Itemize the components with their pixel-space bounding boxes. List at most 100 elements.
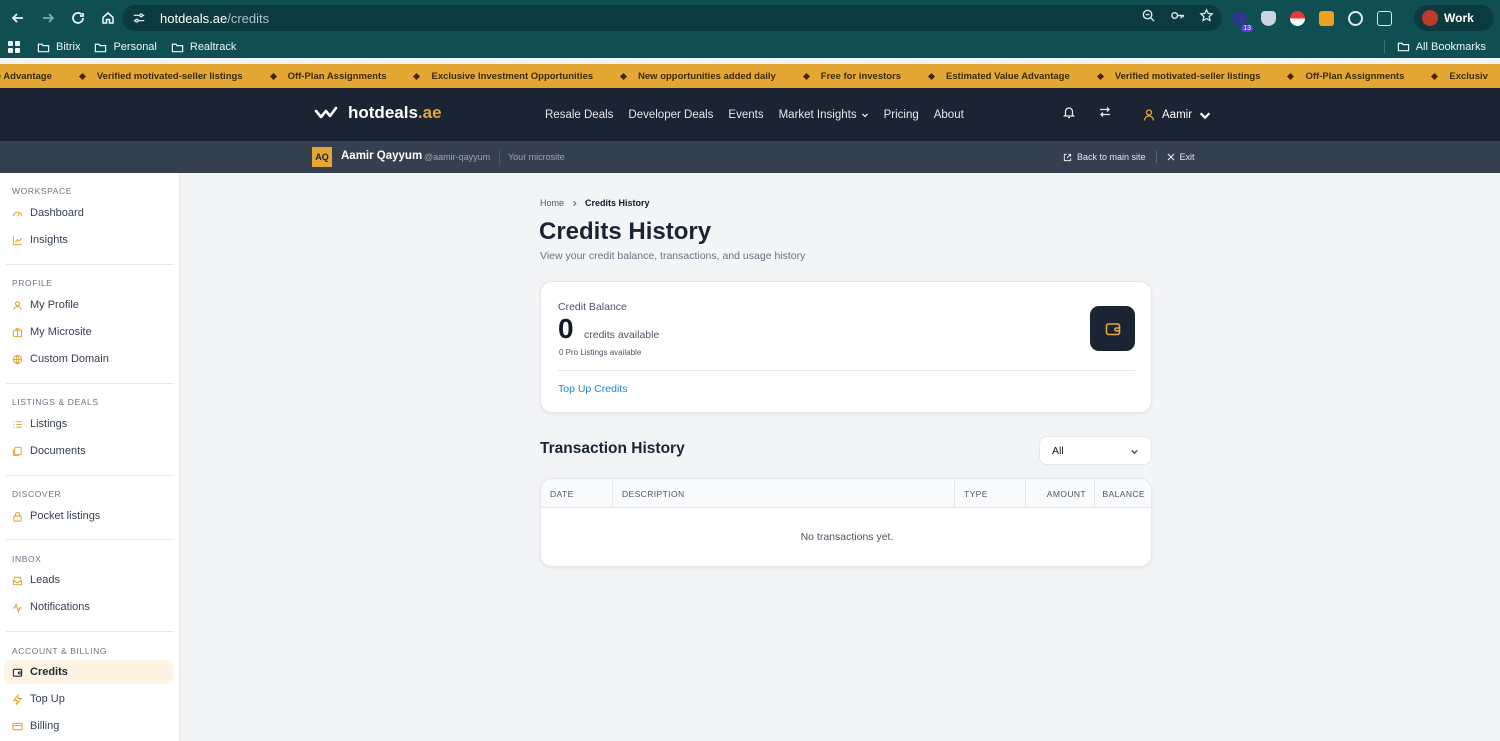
folder-icon xyxy=(37,43,50,52)
ticker-item: Exclusive Investment Opportunities xyxy=(413,71,593,82)
extension-puzzle-badge-icon[interactable]: 13 xyxy=(1232,10,1253,32)
site-settings-icon[interactable] xyxy=(132,10,148,26)
forward-icon[interactable] xyxy=(34,4,62,32)
bookmark-bitrix[interactable]: Bitrix xyxy=(37,41,80,54)
nav-events[interactable]: Events xyxy=(728,109,763,121)
sidebar-item-leads[interactable]: Leads xyxy=(4,568,173,592)
sidebar-item-custom-domain[interactable]: Custom Domain xyxy=(4,347,173,371)
wallet-icon xyxy=(1090,306,1135,351)
zoom-icon[interactable] xyxy=(1141,8,1156,28)
shield-extension-icon[interactable] xyxy=(1261,10,1276,26)
section-inbox: INBOX xyxy=(12,554,42,564)
globe-icon xyxy=(12,354,23,364)
column-header-amount[interactable]: AMOUNT xyxy=(1026,479,1095,508)
bell-icon[interactable] xyxy=(1062,105,1076,124)
external-link-icon xyxy=(1063,153,1072,161)
transaction-type-select[interactable]: All xyxy=(1039,436,1152,465)
home-icon[interactable] xyxy=(94,4,122,32)
folder-icon xyxy=(171,43,184,52)
main-nav: Resale Deals Developer Deals Events Mark… xyxy=(545,88,964,141)
sidebar-item-documents[interactable]: Documents xyxy=(4,439,173,463)
bookmark-realtrack[interactable]: Realtrack xyxy=(171,41,236,54)
chevron-down-icon xyxy=(861,113,868,117)
address-bar[interactable]: hotdeals.ae/credits xyxy=(122,5,1222,31)
ticker-item: Off-Plan Assignments xyxy=(1287,71,1404,82)
sidebar-item-dashboard[interactable]: Dashboard xyxy=(4,201,173,225)
sidebar: WORKSPACE Dashboard Insights PROFILE My … xyxy=(0,173,180,741)
column-header-description[interactable]: DESCRIPTION xyxy=(613,479,955,508)
nav-resale-deals[interactable]: Resale Deals xyxy=(545,109,613,121)
back-to-main-site-link[interactable]: Back to main site xyxy=(1063,152,1146,162)
sidebar-item-my-profile[interactable]: My Profile xyxy=(4,293,173,317)
promo-ticker: alue Advantage Verified motivated-seller… xyxy=(0,64,1500,88)
orange-extension-icon[interactable] xyxy=(1319,10,1334,26)
nav-developer-deals[interactable]: Developer Deals xyxy=(628,109,713,121)
pro-listings-available: 0 Pro Listings available xyxy=(559,348,642,357)
wallet-icon xyxy=(12,668,23,677)
nav-about[interactable]: About xyxy=(934,109,964,121)
folder-icon xyxy=(95,43,107,52)
chevron-right-icon xyxy=(573,200,577,206)
divider xyxy=(6,631,173,632)
reload-icon[interactable] xyxy=(64,4,92,32)
lightning-icon xyxy=(12,693,23,705)
user-icon xyxy=(13,300,22,310)
column-header-balance[interactable]: BALANCE xyxy=(1095,479,1151,508)
divider xyxy=(6,264,173,265)
chevron-down-icon xyxy=(1199,111,1211,119)
switch-arrows-icon[interactable] xyxy=(1098,105,1112,124)
openai-extension-icon[interactable] xyxy=(1348,10,1363,26)
ticker-item: Verified motivated-seller listings xyxy=(78,71,243,82)
sidebar-item-listings[interactable]: Listings xyxy=(4,412,173,436)
divider xyxy=(6,383,173,384)
close-icon xyxy=(1167,153,1174,161)
sidebar-item-my-microsite[interactable]: My Microsite xyxy=(4,320,173,344)
column-header-type[interactable]: TYPE xyxy=(955,479,1026,508)
extensions-puzzle-icon[interactable] xyxy=(1377,10,1392,26)
all-bookmarks[interactable]: All Bookmarks xyxy=(1383,40,1486,53)
ticker-item: Estimated Value Advantage xyxy=(928,71,1070,82)
sidebar-item-insights[interactable]: Insights xyxy=(4,228,173,252)
sidebar-item-notifications[interactable]: Notifications xyxy=(4,595,173,619)
list-icon xyxy=(13,420,22,428)
profile-chip[interactable]: Work xyxy=(1414,5,1494,31)
user-icon xyxy=(1143,108,1155,121)
sidebar-item-top-up[interactable]: Top Up xyxy=(4,687,173,711)
divider xyxy=(558,370,1135,371)
table-header: DATE DESCRIPTION TYPE AMOUNT BALANCE xyxy=(541,479,1151,508)
sidebar-item-credits[interactable]: Credits xyxy=(4,660,173,684)
divider xyxy=(1155,151,1157,163)
column-header-date[interactable]: DATE xyxy=(541,479,613,508)
back-icon[interactable] xyxy=(4,4,32,32)
ticker-item: New opportunities added daily xyxy=(619,71,776,82)
folder-icon xyxy=(1397,42,1409,52)
bookmark-star-icon[interactable] xyxy=(1199,8,1214,28)
password-key-icon[interactable] xyxy=(1170,8,1185,28)
ticker-item: Verified motivated-seller listings xyxy=(1096,71,1260,82)
nav-market-insights[interactable]: Market Insights xyxy=(779,109,869,121)
top-up-credits-link[interactable]: Top Up Credits xyxy=(558,383,627,395)
browser-toolbar: hotdeals.ae/credits 13 Work xyxy=(0,0,1500,36)
breadcrumb-home[interactable]: Home xyxy=(540,198,564,208)
sidebar-item-billing[interactable]: Billing xyxy=(4,714,173,738)
site-logo[interactable]: hotdeals.ae xyxy=(314,103,442,123)
breadcrumb-current: Credits History xyxy=(585,198,650,208)
briefcase-icon xyxy=(12,327,23,337)
exit-link[interactable]: Exit xyxy=(1167,152,1195,162)
chevron-down-icon xyxy=(1131,449,1138,455)
apps-grid-icon[interactable] xyxy=(8,40,21,54)
sidebar-item-pocket-listings[interactable]: Pocket listings xyxy=(4,504,173,528)
credit-balance-card: Credit Balance 0 credits available 0 Pro… xyxy=(540,281,1152,413)
pokeball-extension-icon[interactable] xyxy=(1290,10,1305,26)
nav-pricing[interactable]: Pricing xyxy=(884,109,919,121)
section-discover: DISCOVER xyxy=(12,489,62,499)
line-chart-icon xyxy=(12,235,23,245)
divider xyxy=(6,475,173,476)
inbox-icon xyxy=(12,576,23,585)
ticker-item: Free for investors xyxy=(802,71,901,82)
bookmark-personal[interactable]: Personal xyxy=(94,41,157,54)
section-workspace: WORKSPACE xyxy=(12,186,73,196)
user-menu[interactable]: Aamir xyxy=(1142,108,1212,122)
credit-balance-unit: credits available xyxy=(584,329,660,341)
activity-icon xyxy=(12,602,23,613)
